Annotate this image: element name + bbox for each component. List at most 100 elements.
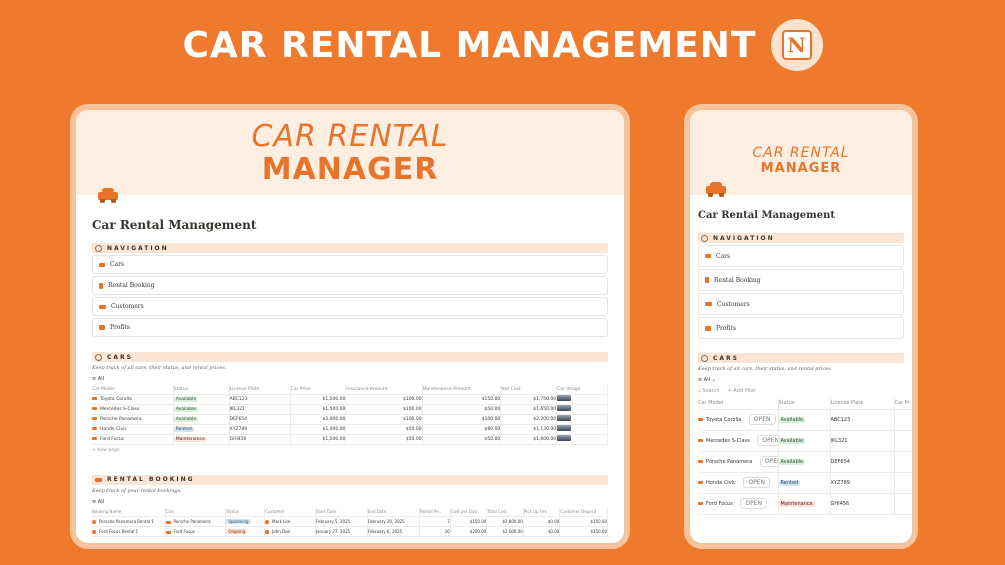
- car-price: $2,000.00: [290, 414, 347, 425]
- car-cell: Porsche Panamera: [165, 516, 227, 527]
- customer-deposit: $150.00: [559, 526, 608, 537]
- open-button[interactable]: OPEN: [757, 435, 777, 446]
- column-header[interactable]: Booking Name: [92, 507, 166, 517]
- table-row[interactable]: Honda Civic Rented XYZ789 $1,000.00 $50.00 $8…: [92, 424, 608, 435]
- nav-item-label: Cars: [716, 252, 731, 260]
- column-header[interactable]: Pick Up Fee: [523, 507, 561, 517]
- open-button[interactable]: OPEN: [759, 456, 777, 467]
- car-icon: [92, 396, 97, 400]
- net-cost: $1,130.00: [500, 424, 558, 435]
- open-button[interactable]: OPEN: [748, 414, 776, 425]
- car-image: [557, 405, 572, 411]
- status-badge: Rented: [778, 479, 801, 486]
- table-row[interactable]: Toyota Corolla Available ABC123 $1,500.00 $1…: [92, 394, 608, 405]
- open-button[interactable]: OPEN: [743, 477, 771, 488]
- column-header[interactable]: Car Model: [698, 398, 779, 410]
- open-button[interactable]: OPEN: [740, 498, 767, 509]
- car-model-cell: Mercedes S-Class: [92, 404, 174, 415]
- bank-icon: [99, 325, 105, 330]
- car-link[interactable]: Porsche Panamera: [174, 519, 211, 524]
- status-badge: Rented: [173, 426, 194, 432]
- column-header[interactable]: End Date: [367, 507, 420, 517]
- license-plate: ABC123: [229, 394, 291, 405]
- nav-item-label: Profits: [110, 324, 131, 331]
- customer-link[interactable]: John Doe: [272, 529, 290, 534]
- nav-item-profits[interactable]: Profits: [92, 318, 608, 337]
- table-row[interactable]: Mercedes S-Class Available JKL321 $1,500.00…: [92, 404, 608, 415]
- search-button[interactable]: ⌕ Search: [698, 388, 720, 394]
- column-header[interactable]: Insurance Amount: [345, 385, 423, 395]
- column-header[interactable]: Cost per Day: [450, 507, 488, 517]
- banner-line-1: CAR RENTAL: [752, 145, 850, 161]
- nav-item-customers[interactable]: Customers: [92, 297, 608, 316]
- rental-view-tab[interactable]: ≡ All: [92, 499, 608, 505]
- column-header[interactable]: Car Model: [92, 385, 174, 395]
- notion-icon: N: [770, 19, 823, 71]
- column-header[interactable]: Rental Pe...: [419, 507, 451, 517]
- column-header[interactable]: Customer Deposit: [559, 507, 608, 517]
- column-header[interactable]: Car Price: [290, 385, 347, 395]
- column-header[interactable]: Total Cost: [486, 507, 524, 517]
- car-image-cell: [556, 394, 608, 405]
- table-row[interactable]: Ford Focus Rental 1 Ford Focus Ongoing John…: [92, 526, 608, 537]
- mobile-preview-window: CAR RENTAL MANAGER Car Rental Management…: [684, 104, 918, 549]
- cars-table-header: Car Model Status License Plate Car Pr: [698, 398, 912, 410]
- column-header[interactable]: Cars: [165, 507, 227, 517]
- nav-item-profits[interactable]: Profits: [698, 317, 904, 339]
- car-link[interactable]: Ford Focus: [174, 529, 195, 534]
- cars-view-tab[interactable]: ≡ All ⌄: [698, 377, 904, 383]
- table-row[interactable]: Porsche Panamera Available DEF654 $2,000.00…: [92, 414, 608, 425]
- customer-link[interactable]: Mark Lee: [272, 519, 290, 524]
- column-header[interactable]: Status: [778, 398, 831, 410]
- car-model: Toyota Corolla: [706, 417, 742, 423]
- cars-heading: CARS: [92, 352, 608, 362]
- pick-up-fee: $0.00: [523, 516, 561, 527]
- column-header[interactable]: Status: [225, 507, 266, 517]
- table-row[interactable]: Mercedes S-Class OPEN Available JKL321: [698, 430, 912, 452]
- cars-view-tab[interactable]: ≡ All: [92, 376, 608, 382]
- status-cell: Available: [778, 451, 831, 473]
- car-image: [557, 425, 572, 431]
- car-price-cell: [894, 451, 912, 473]
- column-header[interactable]: Car Pr: [894, 398, 912, 410]
- column-header[interactable]: Net Cost: [500, 385, 558, 395]
- nav-item-rental-booking[interactable]: Rental Booking: [92, 276, 608, 295]
- nav-item-cars[interactable]: Cars: [698, 245, 904, 267]
- table-row[interactable]: Ford Focus OPEN Maintenance GHI456: [698, 493, 912, 515]
- rental-period: 10: [419, 526, 451, 537]
- nav-item-cars[interactable]: Cars: [92, 255, 608, 274]
- column-header[interactable]: Start Date: [315, 507, 368, 517]
- nav-item-label: Customers: [111, 303, 144, 310]
- column-header[interactable]: License Plate: [229, 385, 291, 395]
- status-cell: Upcoming: [225, 516, 266, 527]
- table-row[interactable]: Porsche Panamera OPENAvailable DEF654: [698, 451, 912, 473]
- person-icon: [265, 520, 270, 524]
- car-icon: [92, 416, 97, 420]
- add-filter-button[interactable]: + Add filter: [728, 388, 757, 394]
- table-row[interactable]: Porsche Panamera Rental 1 Porsche Panamer…: [92, 516, 608, 527]
- compass-icon: [701, 354, 708, 362]
- car-price-cell: [894, 409, 912, 431]
- compass-icon: [701, 234, 708, 242]
- rental-heading-label: RENTAL BOOKING: [107, 476, 195, 483]
- license-plate: ABC123: [830, 409, 895, 431]
- table-row[interactable]: Honda Civic OPEN Rented XYZ789: [698, 472, 912, 494]
- maintenance-amount: $50.00: [422, 404, 502, 415]
- cars-view-label: All ⌄: [703, 377, 716, 383]
- nav-item-customers[interactable]: Customers: [698, 293, 904, 315]
- column-header[interactable]: Maintenance Amount: [422, 385, 502, 395]
- car-model-cell: Ford Focus: [92, 434, 174, 445]
- column-header[interactable]: Customer: [264, 507, 316, 517]
- car-model-cell: Mercedes S-Class OPEN: [698, 430, 779, 452]
- column-header[interactable]: Car Image: [556, 385, 608, 395]
- table-row[interactable]: Toyota Corolla OPEN Available ABC123: [698, 409, 912, 431]
- search-icon: ⌕: [698, 388, 701, 394]
- customer-deposit: $150.00: [559, 516, 608, 527]
- column-header[interactable]: Status: [173, 385, 230, 395]
- car-icon: [705, 254, 711, 258]
- column-header[interactable]: License Plate: [830, 398, 895, 410]
- table-row[interactable]: Ford Focus Maintenance GHI456 $1,500.00 $50.…: [92, 434, 608, 445]
- nav-item-label: Rental Booking: [108, 282, 155, 289]
- new-page-button[interactable]: + New page: [92, 448, 608, 453]
- nav-item-rental-booking[interactable]: Rental Booking: [698, 269, 904, 291]
